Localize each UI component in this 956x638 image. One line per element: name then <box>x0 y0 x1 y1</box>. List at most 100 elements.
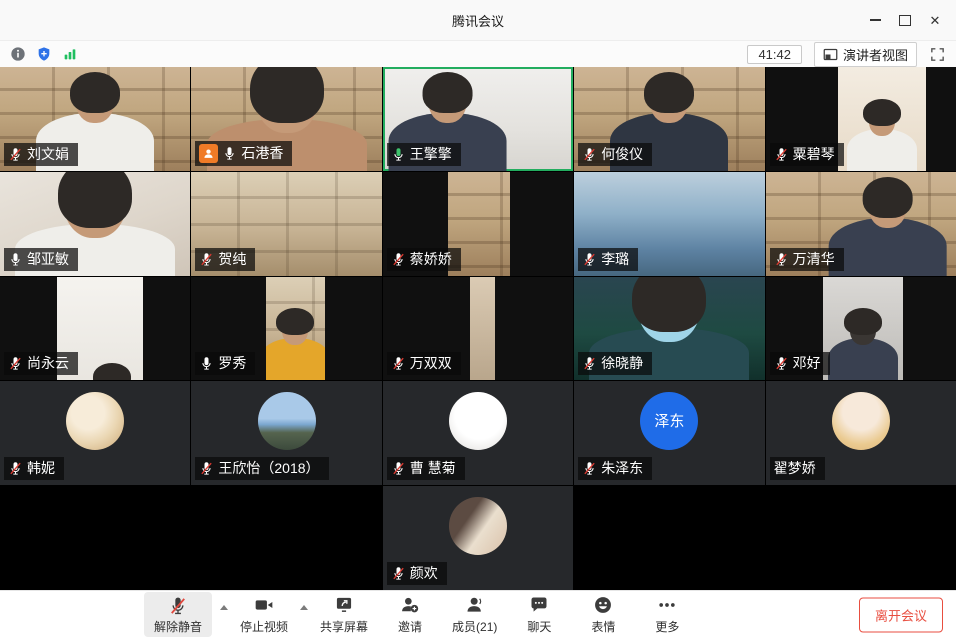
participant-tile[interactable]: 粟碧琴 <box>766 67 956 171</box>
mic-muted-icon <box>582 147 597 162</box>
leave-meeting-button[interactable]: 离开会议 <box>859 597 943 632</box>
fullscreen-button[interactable] <box>929 46 946 63</box>
mic-muted-icon <box>582 356 597 371</box>
participant-name-label: 王擎擎 <box>387 143 461 166</box>
participant-name-label: 朱泽东 <box>578 457 652 480</box>
person-silhouette <box>266 315 325 380</box>
participant-tile[interactable]: 翟梦娇 <box>766 381 956 485</box>
stop-video-label: 停止视频 <box>240 618 288 635</box>
view-mode-button[interactable]: 演讲者视图 <box>814 42 917 67</box>
participant-tile[interactable]: 韩妮 <box>0 381 190 485</box>
avatar-initials: 泽东 <box>654 410 684 431</box>
participant-video <box>823 277 903 381</box>
participant-tile[interactable]: 蔡娇娇 <box>383 172 573 276</box>
participant-tile-active-speaker[interactable]: 王擎擎 <box>383 67 573 171</box>
participant-name: 邹亚敏 <box>27 251 69 268</box>
avatar <box>449 497 507 555</box>
mic-speaking-icon <box>391 147 406 162</box>
participant-name: 贺纯 <box>218 251 246 268</box>
participant-tile[interactable]: 万清华 <box>766 172 956 276</box>
participant-name-label: 王欣怡（2018） <box>195 457 328 480</box>
participant-tile[interactable]: 罗秀 <box>191 277 381 381</box>
members-person-icon <box>463 595 486 616</box>
participant-name: 尚永云 <box>27 355 69 372</box>
participant-tile[interactable]: 万双双 <box>383 277 573 381</box>
members-button[interactable]: 成员(21) <box>452 595 497 635</box>
maximize-button[interactable] <box>890 0 920 40</box>
invite-person-plus-icon <box>399 595 422 616</box>
mic-muted-icon <box>199 252 214 267</box>
participant-tile[interactable]: 泽东 朱泽东 <box>574 381 764 485</box>
participant-tile[interactable]: 贺纯 <box>191 172 381 276</box>
more-dots-icon <box>656 595 679 616</box>
unmute-button[interactable]: 解除静音 <box>144 592 212 637</box>
participant-video <box>266 277 325 381</box>
mic-on-icon <box>222 146 237 161</box>
window-controls: ✕ <box>860 0 950 40</box>
mic-muted-icon <box>774 356 789 371</box>
participant-tile[interactable]: 邹亚敏 <box>0 172 190 276</box>
participant-name-label: 蔡娇娇 <box>387 248 461 271</box>
participant-tile[interactable]: 李璐 <box>574 172 764 276</box>
meeting-info-icon[interactable] <box>10 46 26 62</box>
participant-tile[interactable]: 邓好 <box>766 277 956 381</box>
participant-name-label: 罗秀 <box>195 352 255 375</box>
participant-name: 朱泽东 <box>601 460 643 477</box>
participant-tile[interactable]: 尚永云 <box>0 277 190 381</box>
participant-tile[interactable]: 石港香 <box>191 67 381 171</box>
participant-tile[interactable]: 曹 慧菊 <box>383 381 573 485</box>
person-silhouette <box>838 106 926 171</box>
participant-tile[interactable]: 王欣怡（2018） <box>191 381 381 485</box>
avatar <box>66 392 124 450</box>
camera-icon <box>253 595 276 616</box>
more-button[interactable]: 更多 <box>645 595 689 635</box>
participant-name: 粟碧琴 <box>793 146 835 163</box>
mic-muted-icon <box>774 147 789 162</box>
security-shield-icon[interactable] <box>36 46 52 62</box>
participant-tile[interactable]: 刘文娟 <box>0 67 190 171</box>
minimize-button[interactable] <box>860 0 890 40</box>
share-screen-button[interactable]: 共享屏幕 <box>320 595 368 635</box>
mic-muted-icon <box>167 595 190 616</box>
participant-name-label: 万清华 <box>770 248 844 271</box>
mic-muted-icon <box>391 566 406 581</box>
meeting-timer: 41:42 <box>747 45 802 64</box>
chat-button[interactable]: 聊天 <box>517 595 561 635</box>
participant-name: 蔡娇娇 <box>410 251 452 268</box>
avatar: 泽东 <box>640 392 698 450</box>
participant-tile[interactable]: 颜欢 <box>383 486 573 590</box>
window-title: 腾讯会议 <box>452 11 504 30</box>
mic-options-chevron-up-icon[interactable] <box>220 605 228 610</box>
participant-name: 罗秀 <box>218 355 246 372</box>
minimize-icon <box>870 19 881 21</box>
participant-tile[interactable]: 何俊仪 <box>574 67 764 171</box>
participant-name: 王欣怡（2018） <box>218 460 319 477</box>
chat-bubble-icon <box>528 595 551 616</box>
participant-name: 何俊仪 <box>601 146 643 163</box>
participant-name-label: 万双双 <box>387 352 461 375</box>
participant-name: 邓好 <box>793 355 821 372</box>
meeting-status-icons <box>10 46 78 62</box>
participant-name: 万清华 <box>793 251 835 268</box>
speaker-view-icon <box>823 48 838 61</box>
video-options-chevron-up-icon[interactable] <box>300 605 308 610</box>
stop-video-button[interactable]: 停止视频 <box>240 595 288 635</box>
invite-button[interactable]: 邀请 <box>388 595 432 635</box>
close-button[interactable]: ✕ <box>920 0 950 40</box>
participant-name-label: 曹 慧菊 <box>387 457 465 480</box>
avatar <box>449 392 507 450</box>
unmute-label: 解除静音 <box>154 618 202 635</box>
invite-label: 邀请 <box>398 618 422 635</box>
participant-name-label: 邹亚敏 <box>4 248 78 271</box>
network-signal-icon[interactable] <box>62 46 78 62</box>
participant-name-label: 粟碧琴 <box>770 143 844 166</box>
participant-name: 刘文娟 <box>27 146 69 163</box>
emoji-button[interactable]: 表情 <box>581 595 625 635</box>
title-bar: 腾讯会议 ✕ <box>0 0 956 41</box>
participant-grid: 刘文娟 石港香 王擎擎 何俊仪 粟碧琴 <box>0 67 956 590</box>
participant-tile[interactable]: 徐晓静 <box>574 277 764 381</box>
participant-name-label: 尚永云 <box>4 352 78 375</box>
participant-name-label: 颜欢 <box>387 562 447 585</box>
participant-name: 韩妮 <box>27 460 55 477</box>
mic-muted-icon <box>391 461 406 476</box>
